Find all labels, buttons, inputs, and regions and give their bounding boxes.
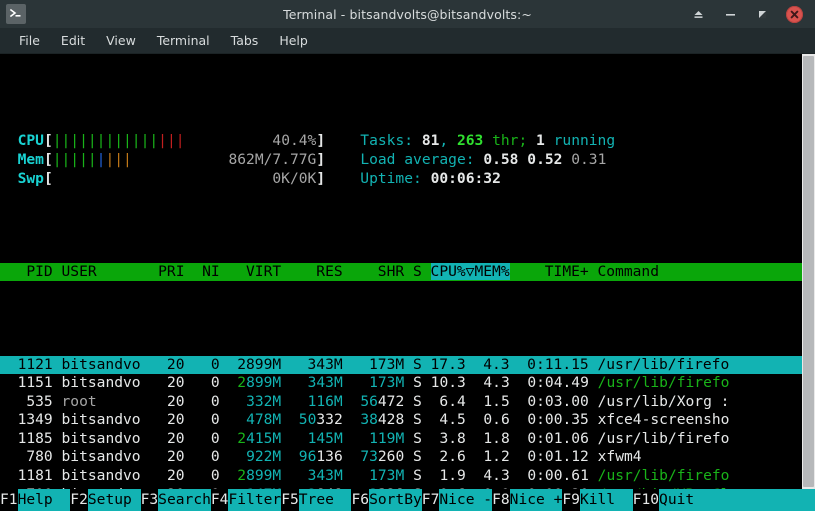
terminal-scrollbar[interactable] [802,54,815,489]
fkey-f2[interactable]: F2 [70,489,88,511]
fkey-f8-label[interactable]: Nice + [509,489,563,511]
fkey-f9-label[interactable]: Kill [579,489,633,511]
table-row[interactable]: 1181 bitsandvo 20 0 2899M 343M 173M S 1.… [0,467,802,486]
window-titlebar[interactable]: Terminal - bitsandvolts@bitsandvolts:~ [0,0,815,28]
window-controls [690,5,815,23]
fbar-filler [711,489,815,511]
fkey-f9[interactable]: F9 [562,489,580,511]
fkey-f1-label[interactable]: Help [17,489,71,511]
htop-meter-line: CPU[||||||||||||||| 40.4%] Tasks: 81, 26… [17,132,616,150]
fkey-f8[interactable]: F8 [492,489,510,511]
fkey-f3-label[interactable]: Search [158,489,211,511]
htop-screen[interactable]: CPU[||||||||||||||| 40.4%] Tasks: 81, 26… [0,54,802,489]
fkey-f10[interactable]: F10 [632,489,660,511]
fkey-f6[interactable]: F6 [351,489,370,511]
htop-meter-line: Mem[||||||||| 862M/7.77G] Load average: … [17,150,607,168]
table-row[interactable]: 700 bitsandvo 20 0 147M 2848 2328 S 0.6 … [0,486,802,489]
minimize-icon[interactable] [722,6,738,22]
fkey-f7[interactable]: F7 [421,489,440,511]
fkey-f2-label[interactable]: Setup [87,489,141,511]
table-row[interactable]: 780 bitsandvo 20 0 922M 96136 73260 S 2.… [0,448,802,467]
menubar: File Edit View Terminal Tabs Help [0,28,815,54]
menu-item-help[interactable]: Help [270,31,317,50]
table-row[interactable]: 1185 bitsandvo 20 0 2415M 145M 119M S 3.… [0,430,802,449]
htop-header: CPU[||||||||||||||| 40.4%] Tasks: 81, 26… [0,132,802,188]
process-table[interactable]: 1121 bitsandvo 20 0 2899M 343M 173M S 17… [0,355,802,489]
fkey-f4-label[interactable]: Filter [228,489,282,511]
menu-item-file[interactable]: File [10,31,49,50]
maximize-icon[interactable] [754,6,770,22]
table-row[interactable]: 1349 bitsandvo 20 0 478M 50332 38428 S 4… [0,411,802,430]
menu-item-terminal[interactable]: Terminal [148,31,219,50]
sort-column-header[interactable]: CPU%▽MEM% [430,262,510,280]
menu-item-edit[interactable]: Edit [52,31,94,50]
process-table-header[interactable]: PID USER PRI NI VIRT RES SHR S CPU%▽MEM%… [0,262,802,282]
table-row[interactable]: 535 root 20 0 332M 116M 56472 S 6.4 1.5 … [0,393,802,412]
fkey-f3[interactable]: F3 [140,489,159,511]
fkey-f10-label[interactable]: Quit [659,489,712,511]
function-key-bar[interactable]: F1 Help F2 Setup F3 Search F4 Filter F5 Tree F6… [0,489,815,511]
process-table-header-row[interactable]: PID USER PRI NI VIRT RES SHR S CPU%▽MEM%… [0,262,802,282]
fkey-f5-label[interactable]: Tree [298,489,352,511]
htop-meter-line: Swp[ 0K/0K] Uptime: 00:06:32 [17,169,501,187]
scrollbar-thumb[interactable] [803,56,814,487]
fkey-f6-label[interactable]: SortBy [369,489,422,511]
terminal-icon [6,4,26,24]
table-row[interactable]: 1121 bitsandvo 20 0 2899M 343M 173M S 17… [0,355,802,375]
terminal-window: Terminal - bitsandvolts@bitsandvolts:~ F… [0,0,815,511]
terminal-viewport: CPU[||||||||||||||| 40.4%] Tasks: 81, 26… [0,54,815,489]
fkey-f7-label[interactable]: Nice - [439,489,493,511]
fkey-f1[interactable]: F1 [0,489,18,511]
shade-icon[interactable] [690,6,706,22]
menu-item-tabs[interactable]: Tabs [222,31,268,50]
table-row[interactable]: 1151 bitsandvo 20 0 2899M 343M 173M S 10… [0,374,802,393]
fkey-f5[interactable]: F5 [281,489,299,511]
menu-item-view[interactable]: View [97,31,145,50]
fkey-f4[interactable]: F4 [210,489,229,511]
close-icon[interactable] [786,5,803,23]
